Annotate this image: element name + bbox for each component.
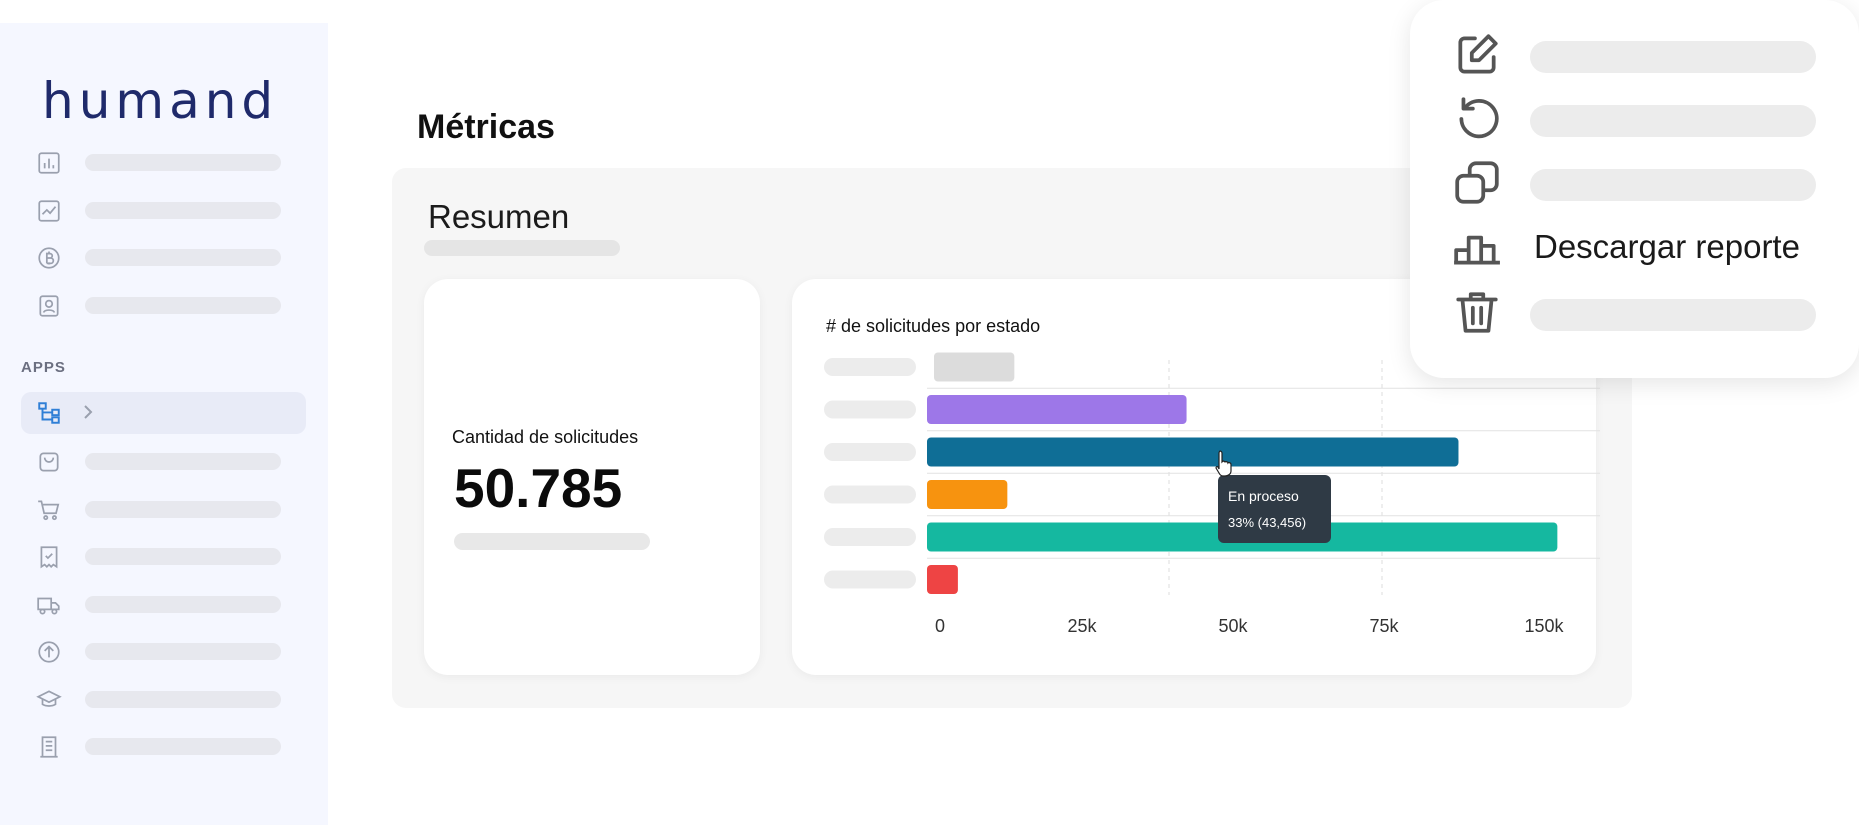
category-label-placeholder: [824, 358, 916, 376]
bar[interactable]: [927, 437, 1459, 467]
bar[interactable]: [927, 565, 958, 594]
menu-item-placeholder: [1530, 105, 1816, 137]
menu-item-delete[interactable]: [1450, 289, 1830, 337]
bar[interactable]: [927, 480, 1008, 509]
menu-item-duplicate[interactable]: [1450, 159, 1830, 207]
duplicate-icon: [1450, 159, 1504, 207]
hand-cursor-icon: [1215, 450, 1232, 477]
x-tick-label: 25k: [1067, 616, 1097, 636]
x-tick-label: 0: [935, 616, 945, 636]
bar[interactable]: [934, 352, 1015, 382]
menu-item-edit[interactable]: [1450, 31, 1830, 79]
menu-item-download-report[interactable]: Descargar reporte: [1450, 224, 1830, 272]
menu-item-placeholder: [1530, 169, 1816, 201]
refresh-icon: [1450, 95, 1504, 143]
category-label-placeholder: [824, 570, 916, 589]
x-tick-label: 150k: [1524, 616, 1564, 636]
edit-icon: [1450, 31, 1504, 79]
category-label-placeholder: [824, 485, 916, 504]
chart-tooltip: [1218, 475, 1331, 543]
x-tick-label: 50k: [1218, 616, 1248, 636]
app-root: humand APPS Métricas Resumen Cantidad de…: [0, 0, 1859, 825]
menu-item-refresh[interactable]: [1450, 95, 1830, 143]
menu-item-placeholder: [1530, 41, 1816, 73]
category-label-placeholder: [824, 443, 916, 461]
podium-icon: [1450, 224, 1504, 272]
category-label-placeholder: [824, 400, 916, 419]
category-label-placeholder: [824, 528, 916, 546]
menu-item-placeholder: [1530, 299, 1816, 331]
tooltip-label: En proceso: [1228, 488, 1299, 504]
menu-item-label: Descargar reporte: [1534, 228, 1800, 265]
x-tick-label: 75k: [1369, 616, 1399, 636]
trash-icon: [1450, 289, 1504, 337]
tooltip-value: 33% (43,456): [1228, 515, 1307, 530]
bar[interactable]: [927, 395, 1187, 424]
